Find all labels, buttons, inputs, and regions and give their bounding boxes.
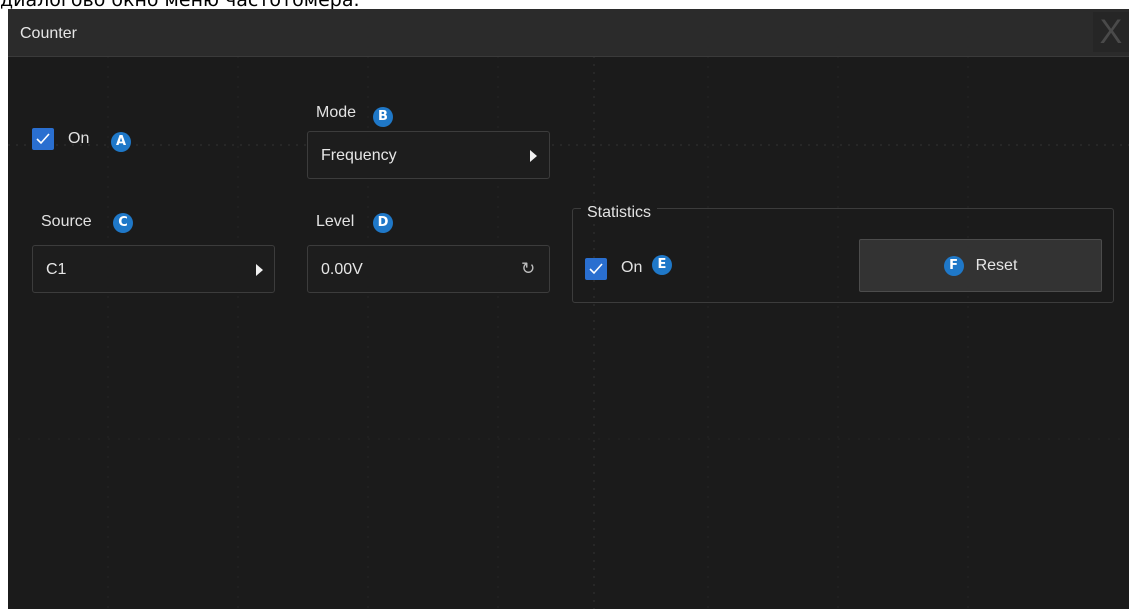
checkmark-icon: [36, 133, 50, 145]
grid-background: [8, 56, 1129, 609]
close-button[interactable]: X: [1093, 12, 1129, 52]
right-arrow-icon: [256, 264, 263, 276]
level-label: Level: [316, 213, 355, 230]
reset-button[interactable]: F Reset: [859, 239, 1102, 292]
statistics-on-checkbox[interactable]: [585, 258, 607, 280]
level-value: 0.00V: [321, 261, 363, 278]
reset-label: Reset: [975, 257, 1018, 274]
counter-on-checkbox[interactable]: [32, 128, 54, 150]
page-caption: диалогово окно меню частотомера.: [0, 0, 360, 11]
right-arrow-icon: [530, 150, 537, 162]
callout-a-badge: A: [111, 132, 131, 152]
statistics-label: Statistics: [581, 204, 658, 222]
source-select[interactable]: C1: [32, 245, 275, 293]
checkmark-icon: [589, 263, 603, 275]
source-label: Source: [41, 213, 92, 230]
counter-on-label: On: [68, 130, 90, 147]
source-value: C1: [46, 261, 67, 278]
mode-value: Frequency: [321, 147, 397, 164]
callout-b-badge: B: [373, 107, 393, 127]
callout-e-badge: E: [652, 255, 672, 275]
mode-label: Mode: [316, 104, 357, 121]
title-bar: Counter X: [8, 9, 1129, 57]
callout-f-badge: F: [943, 255, 964, 276]
level-input[interactable]: 0.00V ↻: [307, 245, 550, 293]
mode-select[interactable]: Frequency: [307, 131, 550, 179]
refresh-icon[interactable]: ↻: [521, 259, 535, 279]
callout-c-badge: C: [113, 213, 133, 233]
callout-d-badge: D: [373, 213, 393, 233]
statistics-on-label: On: [621, 259, 643, 276]
counter-dialog: Counter X On A Mode B Frequency Source C…: [8, 9, 1129, 609]
dialog-title: Counter: [20, 25, 77, 42]
